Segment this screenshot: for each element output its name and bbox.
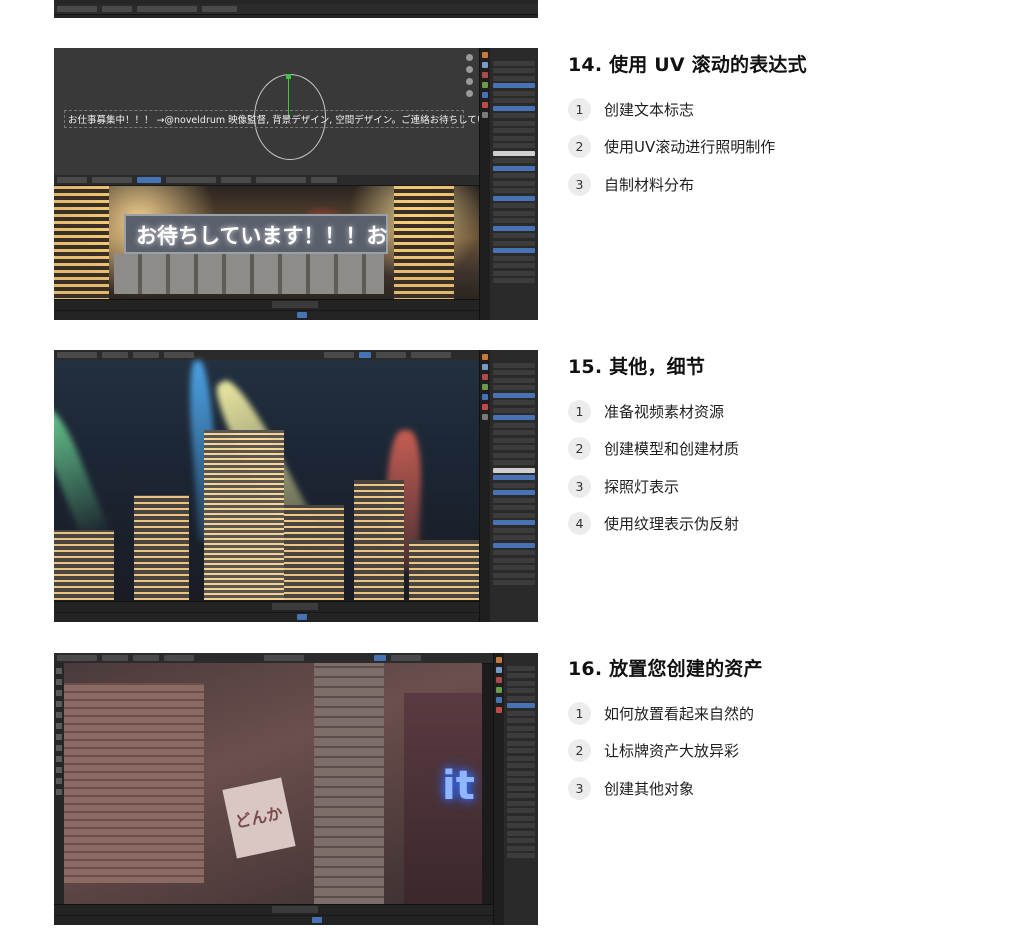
step-text: 自制材料分布 xyxy=(604,175,695,194)
course-outline-page: お仕事募集中！！！ →@noveldrum 映像監督, 背景デザイン, 空間デザ… xyxy=(0,0,1024,933)
step-text: 准备视频素材资源 xyxy=(604,402,725,421)
list-item: 1 准备视频素材资源 xyxy=(568,399,1008,423)
timeline xyxy=(54,904,538,925)
timeline xyxy=(54,299,538,320)
list-item: 3 创建其他对象 xyxy=(568,776,1008,800)
properties-panel xyxy=(493,653,538,925)
step-number: 3 xyxy=(568,172,591,196)
building-right xyxy=(394,186,454,301)
building-left xyxy=(54,186,109,301)
step-text: 创建模型和创建材质 xyxy=(604,440,740,458)
step-number: 1 xyxy=(568,97,591,121)
step-text: 使用UV滚动进行照明制作 xyxy=(604,138,776,156)
blender-screenshot-spotlights xyxy=(54,350,538,622)
step-number: 1 xyxy=(568,701,591,725)
list-item: 1 创建文本标志 xyxy=(568,97,1008,121)
list-item: 1 如何放置看起来自然的 xyxy=(568,701,1008,725)
step-text: 创建文本标志 xyxy=(604,100,695,119)
step-number: 4 xyxy=(568,512,591,535)
city-sign-render: お待ちしています！！！お xyxy=(54,186,480,301)
text-object-content: お仕事募集中！！！ →@noveldrum 映像監督, 背景デザイン, 空間デザ… xyxy=(64,110,534,128)
night-city-render xyxy=(54,359,480,600)
list-item: 3 探照灯表示 xyxy=(568,474,1008,498)
properties-panel xyxy=(479,350,538,622)
step-number: 2 xyxy=(568,739,591,762)
step-text: 探照灯表示 xyxy=(604,477,680,496)
step-number: 2 xyxy=(568,437,591,460)
neon-it-sign: it xyxy=(442,763,475,809)
gizmo-handle xyxy=(286,74,291,79)
step-text: 使用纹理表示伪反射 xyxy=(604,515,740,533)
navigation-icons xyxy=(466,54,474,102)
blender-screenshot-asset-placement: どんか it xyxy=(54,653,538,925)
step-list: 1 如何放置看起来自然的 2 让标牌资产大放异彩 3 创建其他对象 xyxy=(568,701,1008,800)
list-item: 2 创建模型和创建材质 xyxy=(568,437,1008,461)
toolbar xyxy=(54,663,64,906)
step-text: 让标牌资产大放异彩 xyxy=(604,742,740,760)
viewport-header xyxy=(54,175,538,186)
shutters xyxy=(114,254,384,294)
previous-screenshot-strip xyxy=(54,0,538,18)
list-item: 3 自制材料分布 xyxy=(568,172,1008,196)
step-text: 如何放置看起来自然的 xyxy=(604,704,755,723)
step-number: 3 xyxy=(568,776,591,800)
list-item: 2 让标牌资产大放异彩 xyxy=(568,739,1008,763)
section-title: 16. 放置您创建的资产 xyxy=(568,658,763,680)
step-number: 1 xyxy=(568,399,591,423)
section-title: 15. 其他，细节 xyxy=(568,356,706,378)
blender-screenshot-uv-scroll: お仕事募集中！！！ →@noveldrum 映像監督, 背景デザイン, 空間デザ… xyxy=(54,48,538,320)
section-15: 15. 其他，细节 1 准备视频素材资源 2 创建模型和创建材质 3 探照灯表示 4使… xyxy=(568,352,1008,549)
step-number: 2 xyxy=(568,135,591,158)
led-sign-text: お待ちしています！！！お xyxy=(136,224,388,248)
kana-sign: どんか xyxy=(222,777,296,859)
text-edit-viewport: お仕事募集中！！！ →@noveldrum 映像監督, 背景デザイン, 空間デザ… xyxy=(54,48,534,175)
properties-panel xyxy=(479,48,538,320)
step-text: 创建其他对象 xyxy=(604,779,695,798)
list-item: 2 使用UV滚动进行照明制作 xyxy=(568,135,1008,159)
neon-alley-render: どんか it xyxy=(64,663,482,906)
step-list: 1 准备视频素材资源 2 创建模型和创建材质 3 探照灯表示 4 使用纹理表示伪反射 xyxy=(568,399,1008,536)
step-number: 3 xyxy=(568,474,591,498)
step-list: 1 创建文本标志 2 使用UV滚动进行照明制作 3 自制材料分布 xyxy=(568,97,1008,196)
section-14: 14. 使用 UV 滚动的表达式 1 创建文本标志 2 使用UV滚动进行照明制作 3… xyxy=(568,50,1008,210)
timeline xyxy=(54,601,538,622)
section-16: 16. 放置您创建的资产 1 如何放置看起来自然的 2 让标牌资产大放异彩 3 创建其… xyxy=(568,654,1008,814)
led-sign: お待ちしています！！！お xyxy=(124,214,388,254)
list-item: 4 使用纹理表示伪反射 xyxy=(568,512,1008,536)
section-title: 14. 使用 UV 滚动的表达式 xyxy=(568,54,807,76)
